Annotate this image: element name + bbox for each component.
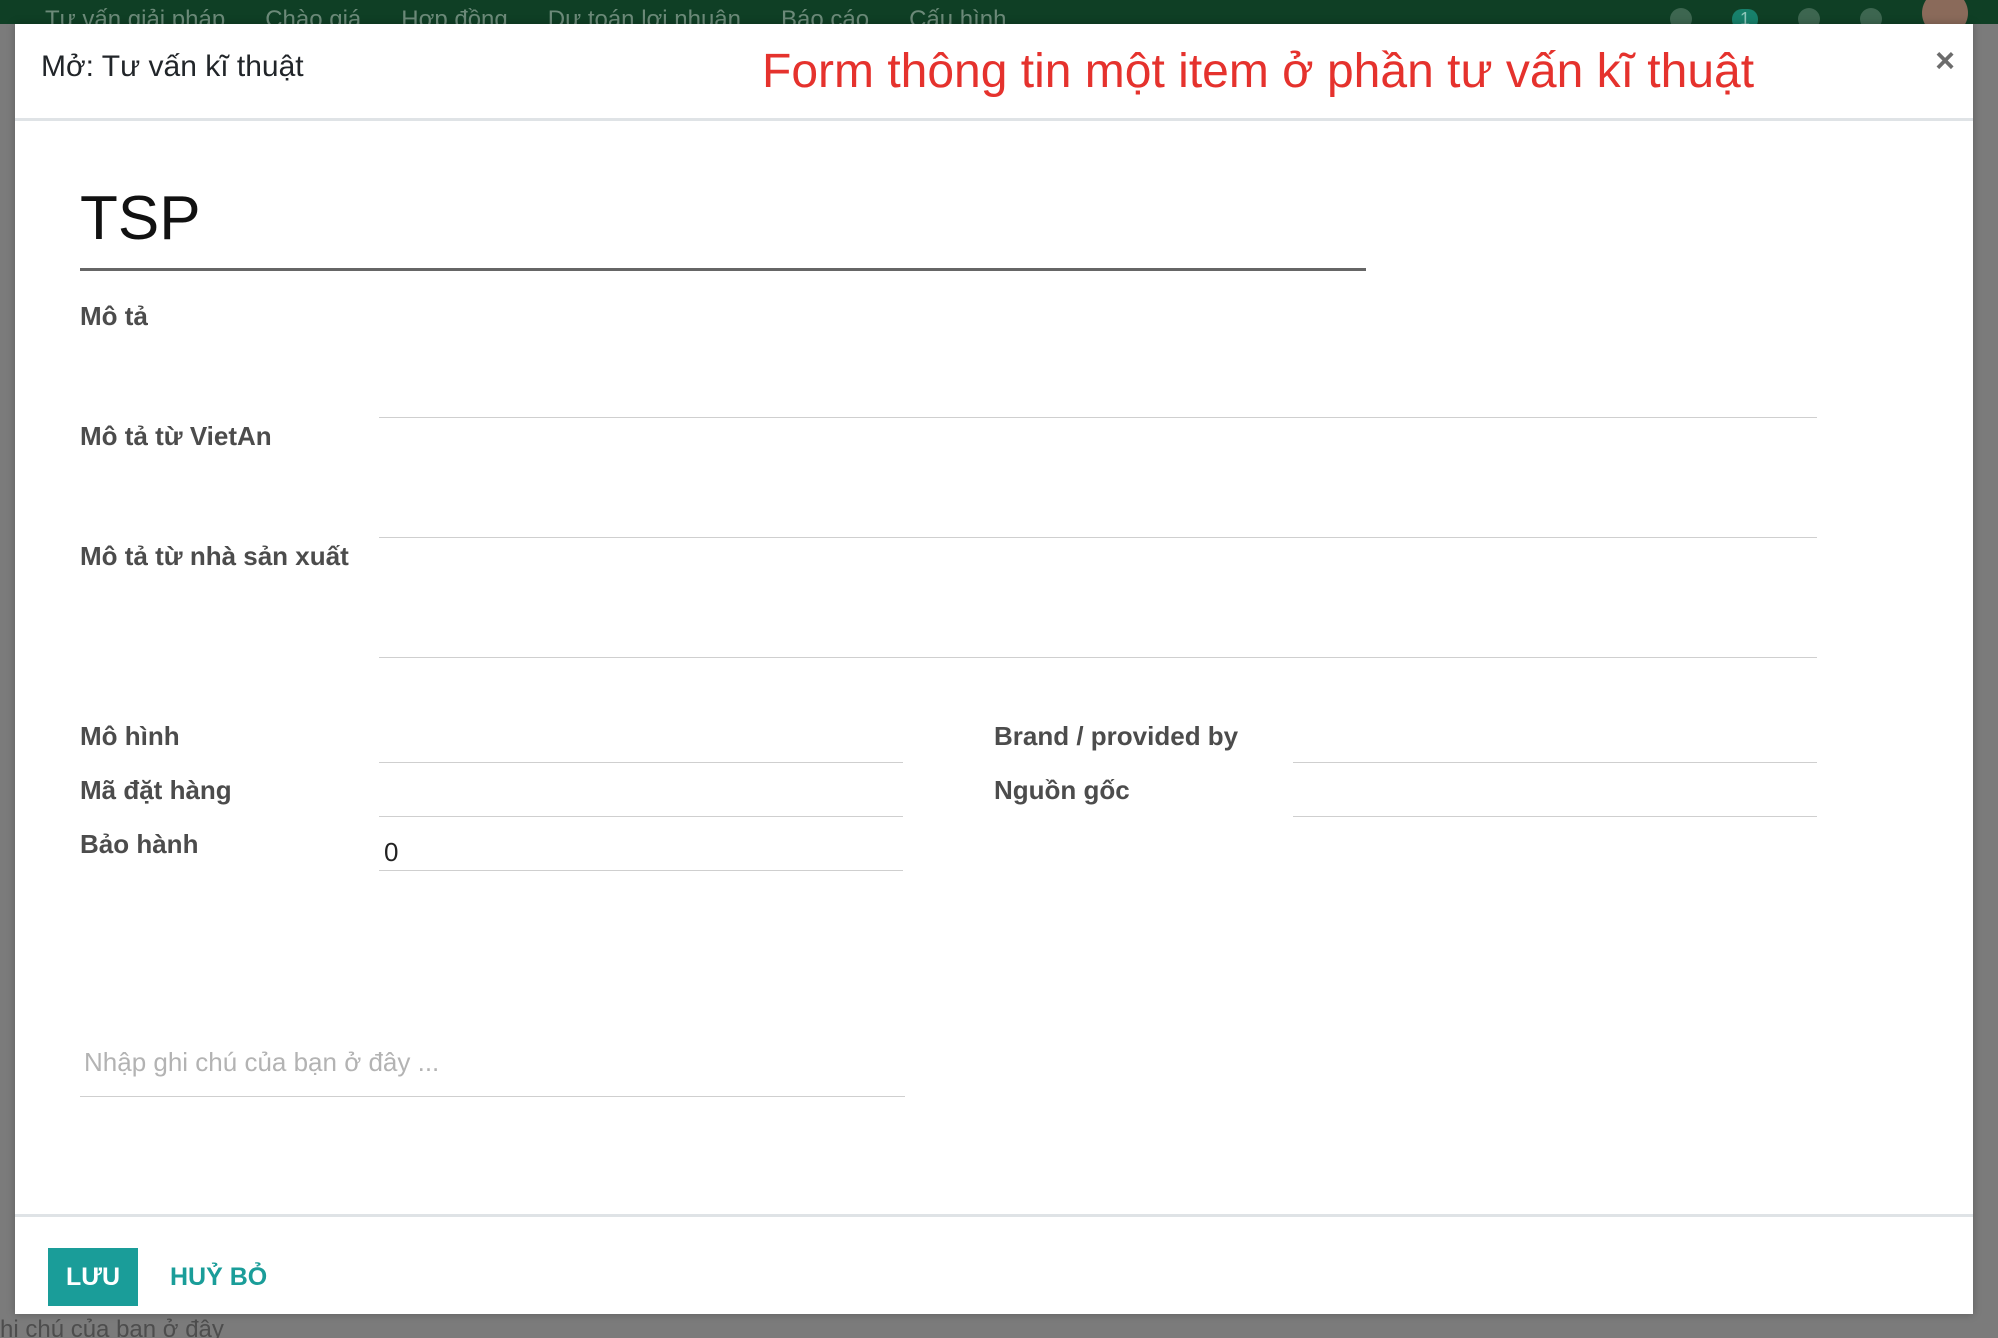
nguon-goc-input[interactable]	[1293, 777, 1817, 817]
brand-input[interactable]	[1293, 723, 1817, 763]
product-name-input[interactable]: TSP	[80, 181, 1366, 271]
nguon-goc-label: Nguồn gốc	[994, 775, 1130, 805]
dialog-header: Mở: Tư vấn kĩ thuật Form thông tin một i…	[15, 24, 1973, 121]
cancel-button[interactable]: HUỶ BỎ	[170, 1248, 267, 1306]
mo-hinh-label: Mô hình	[80, 721, 180, 751]
mo-ta-vietan-input[interactable]	[379, 498, 1817, 538]
technical-advice-dialog: Mở: Tư vấn kĩ thuật Form thông tin một i…	[15, 24, 1973, 1314]
brand-label: Brand / provided by	[994, 721, 1239, 751]
dialog-title: Mở: Tư vấn kĩ thuật	[41, 50, 304, 83]
annotation-caption: Form thông tin một item ở phần tư vấn kĩ…	[762, 45, 1755, 98]
bao-hanh-input[interactable]: 0	[379, 831, 903, 871]
ma-dat-hang-input[interactable]	[379, 777, 903, 817]
mo-ta-vietan-label: Mô tả từ VietAn	[80, 421, 272, 451]
background-note-text: hi chú của bạn ở đây	[0, 1316, 224, 1338]
mo-hinh-input[interactable]	[379, 723, 903, 763]
mo-ta-input[interactable]	[379, 378, 1817, 418]
dialog-footer: LƯU HUỶ BỎ	[15, 1214, 1973, 1314]
note-input[interactable]: Nhập ghi chú của bạn ở đây ...	[80, 1001, 905, 1097]
dialog-body: TSP Mô tả Mô tả từ VietAn Mô tả từ nhà s…	[15, 121, 1973, 1211]
ma-dat-hang-label: Mã đặt hàng	[80, 775, 232, 805]
save-button[interactable]: LƯU	[48, 1248, 138, 1306]
background-top-navbar: Tư vấn giải pháp Chào giá Hợp đồng Dự to…	[0, 0, 1998, 36]
bao-hanh-label: Bảo hành	[80, 829, 199, 859]
mo-ta-nsx-input[interactable]	[379, 618, 1817, 658]
close-button[interactable]: ×	[1935, 44, 1955, 78]
mo-ta-nsx-label: Mô tả từ nhà sản xuất	[80, 541, 349, 571]
mo-ta-label: Mô tả	[80, 301, 148, 331]
